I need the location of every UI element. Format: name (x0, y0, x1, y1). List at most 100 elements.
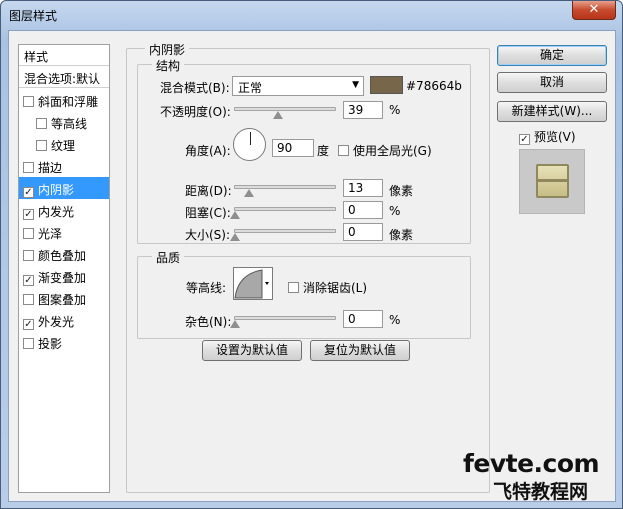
opacity-unit: % (389, 103, 401, 117)
styles-list-header[interactable]: 样式 (19, 45, 109, 66)
style-item-checkbox[interactable] (23, 250, 34, 261)
style-preview (519, 149, 585, 214)
style-item[interactable]: 斜面和浮雕 (19, 89, 109, 111)
window-title: 图层样式 (9, 9, 58, 23)
style-item[interactable]: ✓ 内阴影 (19, 177, 109, 199)
distance-slider-thumb[interactable] (244, 189, 254, 197)
noise-label: 杂色(N): (185, 315, 232, 329)
shadow-color-hex: #78664b (406, 79, 462, 93)
close-button[interactable]: ✕ (572, 1, 616, 20)
preview-checkbox[interactable]: ✓ (519, 134, 530, 145)
global-light-option[interactable]: 使用全局光(G) (338, 142, 432, 159)
size-input[interactable]: 0 (343, 223, 383, 241)
shadow-color-swatch[interactable] (370, 76, 403, 94)
preview-label: 预览(V) (534, 130, 576, 144)
style-item[interactable]: 描边 (19, 155, 109, 177)
choke-input[interactable]: 0 (343, 201, 383, 219)
antialias-option[interactable]: 消除锯齿(L) (288, 279, 367, 296)
style-item-checkbox[interactable]: ✓ (23, 319, 34, 330)
style-item-checkbox[interactable] (23, 162, 34, 173)
style-item-label: 渐变叠加 (38, 271, 87, 285)
preview-option[interactable]: ✓ 预览(V) (519, 128, 576, 145)
choke-slider[interactable] (234, 207, 336, 211)
make-default-button[interactable]: 设置为默认值 (202, 340, 302, 361)
reset-default-button[interactable]: 复位为默认值 (310, 340, 410, 361)
opacity-slider-thumb[interactable] (273, 111, 283, 119)
global-light-label: 使用全局光(G) (353, 144, 432, 158)
layer-style-dialog: 图层样式 ✕ 样式 混合选项:默认 斜面和浮雕等高线纹理描边 ✓ 内阴影 ✓ 内发光光泽… (0, 0, 623, 509)
choke-unit: % (389, 204, 401, 218)
style-item-label: 图案叠加 (38, 293, 87, 307)
antialias-checkbox[interactable] (288, 282, 299, 293)
size-label: 大小(S): (185, 228, 231, 242)
title-bar[interactable]: 图层样式 ✕ (1, 1, 622, 27)
style-item-label: 光泽 (38, 227, 63, 241)
opacity-slider[interactable] (234, 107, 336, 111)
style-item[interactable]: ✓ 内发光 (19, 199, 109, 221)
distance-input[interactable]: 13 (343, 179, 383, 197)
opacity-input[interactable]: 39 (343, 101, 383, 119)
style-item[interactable]: 等高线 (19, 111, 109, 133)
style-item-checkbox[interactable] (36, 140, 47, 151)
contour-picker[interactable] (233, 267, 273, 300)
inner-shadow-group: 内阴影 结构 混合模式(B): 正常 ▼ #78664b 不透明度(O): 39… (126, 41, 490, 493)
styles-list: 样式 混合选项:默认 斜面和浮雕等高线纹理描边 ✓ 内阴影 ✓ 内发光光泽颜色叠加 ✓ 渐变… (18, 44, 110, 493)
blend-mode-select[interactable]: 正常 ▼ (232, 76, 364, 96)
noise-input[interactable]: 0 (343, 310, 383, 328)
style-item-label: 投影 (38, 337, 63, 351)
blending-options-item[interactable]: 混合选项:默认 (19, 67, 109, 88)
distance-unit: 像素 (389, 184, 414, 198)
style-item-label: 内发光 (38, 205, 75, 219)
style-item-checkbox[interactable] (36, 118, 47, 129)
chevron-down-icon: ▼ (352, 80, 359, 90)
size-slider-thumb[interactable] (230, 233, 240, 241)
style-item-checkbox[interactable] (23, 294, 34, 305)
angle-dial[interactable] (233, 128, 266, 161)
style-item[interactable]: ✓ 渐变叠加 (19, 265, 109, 287)
preview-divider (538, 179, 567, 182)
blend-mode-label: 混合模式(B): (160, 81, 230, 95)
style-item-label: 等高线 (51, 117, 88, 131)
style-item-label: 描边 (38, 161, 63, 175)
noise-slider[interactable] (234, 316, 336, 320)
noise-slider-thumb[interactable] (230, 320, 240, 328)
style-item-label: 颜色叠加 (38, 249, 87, 263)
style-item-checkbox[interactable] (23, 228, 34, 239)
size-slider[interactable] (234, 229, 336, 233)
ok-button[interactable]: 确定 (497, 45, 607, 66)
structure-group-title: 结构 (152, 57, 185, 74)
cancel-button[interactable]: 取消 (497, 72, 607, 93)
style-item[interactable]: 光泽 (19, 221, 109, 243)
angle-label: 角度(A): (185, 144, 231, 158)
style-item[interactable]: 投影 (19, 331, 109, 353)
new-style-button[interactable]: 新建样式(W)... (497, 101, 607, 122)
angle-dial-needle (250, 132, 251, 145)
style-item-checkbox[interactable]: ✓ (23, 275, 34, 286)
inner-shadow-group-title: 内阴影 (145, 41, 190, 58)
dialog-client-area: 样式 混合选项:默认 斜面和浮雕等高线纹理描边 ✓ 内阴影 ✓ 内发光光泽颜色叠加 ✓ 渐变… (8, 30, 616, 503)
watermark-domain: fevte.com (463, 449, 600, 478)
blend-mode-value: 正常 (238, 81, 263, 95)
style-item-checkbox[interactable] (23, 338, 34, 349)
global-light-checkbox[interactable] (338, 145, 349, 156)
style-item-checkbox[interactable]: ✓ (23, 187, 34, 198)
angle-input[interactable]: 90 (272, 139, 314, 157)
contour-label: 等高线: (186, 281, 227, 295)
style-item-checkbox[interactable]: ✓ (23, 209, 34, 220)
watermark-site-name: 飞特教程网 (493, 481, 589, 503)
style-item[interactable]: 纹理 (19, 133, 109, 155)
choke-slider-thumb[interactable] (230, 211, 240, 219)
style-item-label: 内阴影 (38, 183, 75, 197)
style-item-label: 纹理 (51, 139, 76, 153)
style-item-checkbox[interactable] (23, 96, 34, 107)
style-item[interactable]: ✓ 外发光 (19, 309, 109, 331)
structure-group: 结构 混合模式(B): 正常 ▼ #78664b 不透明度(O): 39 % 角… (137, 57, 471, 244)
style-item[interactable]: 图案叠加 (19, 287, 109, 309)
contour-curve-icon (234, 268, 272, 299)
size-unit: 像素 (389, 228, 414, 242)
choke-label: 阻塞(C): (185, 206, 231, 220)
style-item-label: 斜面和浮雕 (38, 95, 99, 109)
style-item[interactable]: 颜色叠加 (19, 243, 109, 265)
distance-label: 距离(D): (185, 184, 232, 198)
quality-group: 品质 等高线: 消除锯齿(L) 杂色(N): 0 % (137, 249, 471, 339)
